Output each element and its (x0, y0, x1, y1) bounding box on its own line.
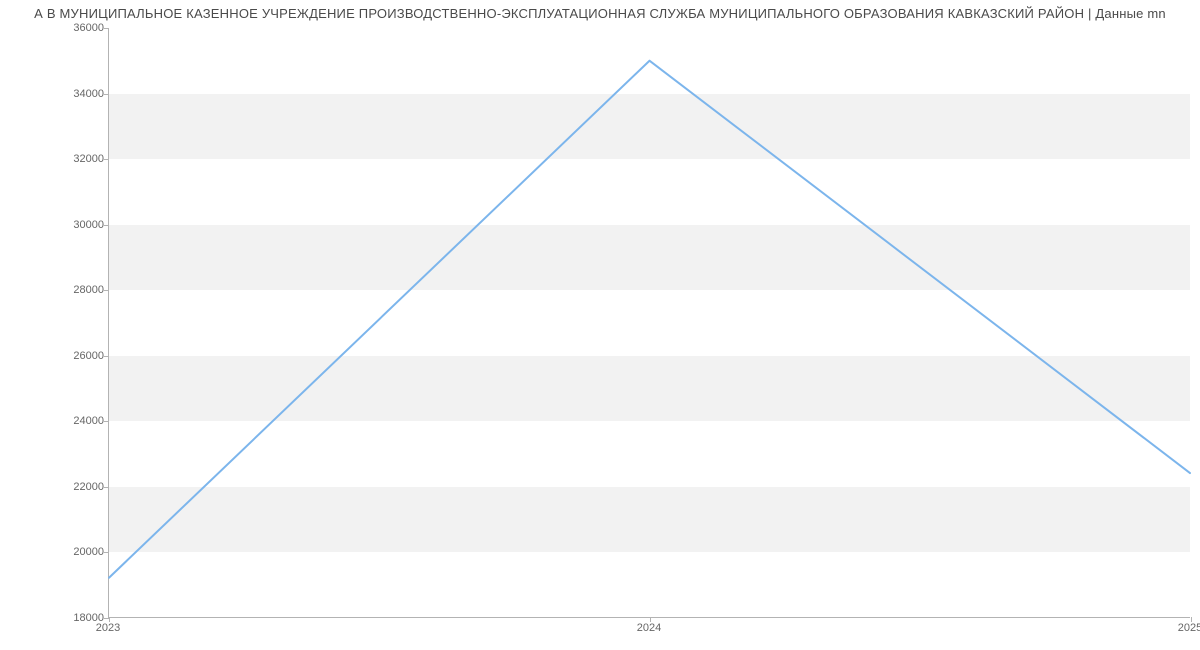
y-tick-label: 28000 (44, 284, 104, 296)
y-tick-label: 30000 (44, 219, 104, 231)
y-tick-label: 24000 (44, 415, 104, 427)
plot-area (108, 28, 1190, 618)
y-tickmark (104, 356, 109, 357)
y-tick-label: 36000 (44, 22, 104, 34)
x-tick-label: 2023 (96, 622, 120, 634)
x-tick-label: 2024 (637, 622, 661, 634)
y-tickmark (104, 552, 109, 553)
y-tickmark (104, 487, 109, 488)
line-series (109, 28, 1190, 617)
y-tickmark (104, 159, 109, 160)
series-path (109, 61, 1190, 578)
y-tick-label: 32000 (44, 153, 104, 165)
y-tickmark (104, 28, 109, 29)
y-tick-label: 26000 (44, 350, 104, 362)
y-tickmark (104, 94, 109, 95)
y-tickmark (104, 290, 109, 291)
y-tick-label: 22000 (44, 481, 104, 493)
y-tickmark (104, 421, 109, 422)
x-tick-label: 2025 (1178, 622, 1200, 634)
y-tick-label: 34000 (44, 88, 104, 100)
y-tick-label: 20000 (44, 546, 104, 558)
y-tickmark (104, 225, 109, 226)
chart-container: А В МУНИЦИПАЛЬНОЕ КАЗЕННОЕ УЧРЕЖДЕНИЕ ПР… (0, 0, 1200, 650)
chart-title: А В МУНИЦИПАЛЬНОЕ КАЗЕННОЕ УЧРЕЖДЕНИЕ ПР… (0, 6, 1200, 21)
